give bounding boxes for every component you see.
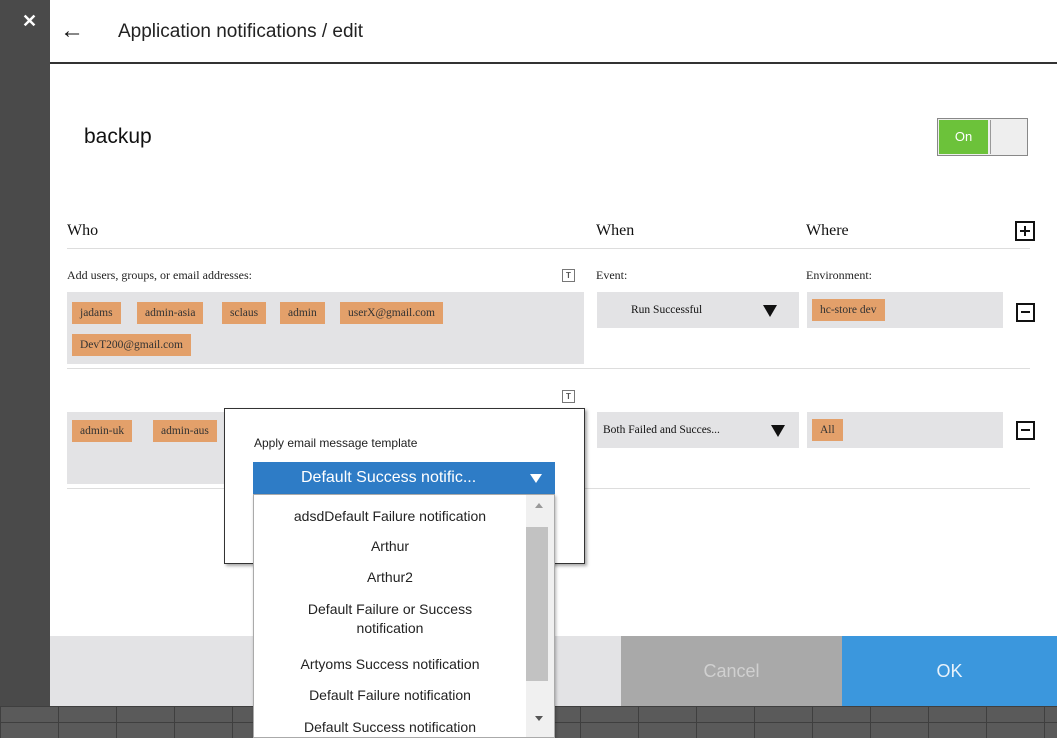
- event-select[interactable]: Run Successful: [597, 292, 799, 328]
- environment-chip[interactable]: hc-store dev: [812, 299, 885, 321]
- popup-label: Apply email message template: [254, 436, 418, 450]
- remove-row-icon[interactable]: [1016, 303, 1035, 322]
- application-name: backup: [84, 125, 152, 148]
- scroll-up-icon[interactable]: [535, 503, 543, 508]
- left-sidebar: ✕: [0, 0, 50, 738]
- column-header-who: Who: [67, 222, 99, 239]
- dropdown-arrow-icon: [771, 425, 785, 437]
- column-header-when: When: [596, 222, 635, 239]
- template-options-list[interactable]: adsdDefault Failure notification Arthur …: [253, 494, 555, 738]
- template-option[interactable]: Arthur2: [254, 568, 526, 587]
- recipient-chip[interactable]: admin-aus: [153, 420, 217, 442]
- environment-box[interactable]: hc-store dev: [807, 292, 1003, 328]
- who-input-box[interactable]: jadams admin-asia sclaus admin userX@gma…: [67, 292, 584, 364]
- add-row-icon[interactable]: [1015, 221, 1035, 241]
- toggle-on-label: On: [939, 120, 988, 154]
- template-option[interactable]: Default Failure notification: [254, 686, 526, 705]
- event-label: Event:: [596, 268, 628, 282]
- event-value: Both Failed and Succes...: [603, 424, 720, 436]
- recipient-chip[interactable]: jadams: [72, 302, 121, 324]
- caret-down-icon: [530, 474, 542, 483]
- template-selected-value: Default Success notific...: [301, 469, 477, 486]
- scroll-down-icon[interactable]: [535, 716, 543, 721]
- event-value: Run Successful: [631, 304, 703, 316]
- recipient-chip[interactable]: DevT200@gmail.com: [72, 334, 191, 356]
- column-header-where: Where: [806, 222, 849, 239]
- recipient-chip[interactable]: admin-asia: [137, 302, 204, 324]
- dialog-header: ← Application notifications / edit: [50, 0, 1057, 64]
- template-option[interactable]: Default Failure or Success notification: [254, 600, 526, 638]
- close-icon[interactable]: ✕: [22, 12, 37, 30]
- who-field-label: Add users, groups, or email addresses:: [67, 268, 252, 282]
- remove-row-icon[interactable]: [1016, 421, 1035, 440]
- event-select[interactable]: Both Failed and Succes...: [597, 412, 799, 448]
- template-icon[interactable]: T: [562, 269, 575, 282]
- scroll-thumb[interactable]: [526, 527, 548, 681]
- template-option[interactable]: Default Success notification: [254, 718, 526, 737]
- environment-label: Environment:: [806, 268, 872, 282]
- dropdown-arrow-icon: [763, 305, 777, 317]
- divider: [67, 248, 1030, 249]
- template-icon[interactable]: T: [562, 390, 575, 403]
- toggle-knob: [990, 120, 1027, 154]
- recipient-chip[interactable]: sclaus: [222, 302, 267, 324]
- environment-chip[interactable]: All: [812, 419, 843, 441]
- cancel-button[interactable]: Cancel: [621, 636, 842, 706]
- divider: [67, 368, 1030, 369]
- template-option[interactable]: Artyoms Success notification: [254, 655, 526, 674]
- arrow-left-icon[interactable]: ←: [60, 18, 84, 44]
- scrollbar[interactable]: [526, 495, 554, 737]
- enabled-toggle[interactable]: On: [937, 118, 1028, 156]
- ok-button[interactable]: OK: [842, 636, 1057, 706]
- template-select[interactable]: Default Success notific...: [253, 462, 555, 494]
- recipient-chip[interactable]: userX@gmail.com: [340, 302, 443, 324]
- recipient-chip[interactable]: admin-uk: [72, 420, 133, 442]
- page-title: Application notifications / edit: [118, 21, 364, 42]
- environment-box[interactable]: All: [807, 412, 1003, 448]
- template-option[interactable]: Arthur: [254, 537, 526, 556]
- template-option[interactable]: adsdDefault Failure notification: [254, 507, 526, 526]
- recipient-chip[interactable]: admin: [280, 302, 325, 324]
